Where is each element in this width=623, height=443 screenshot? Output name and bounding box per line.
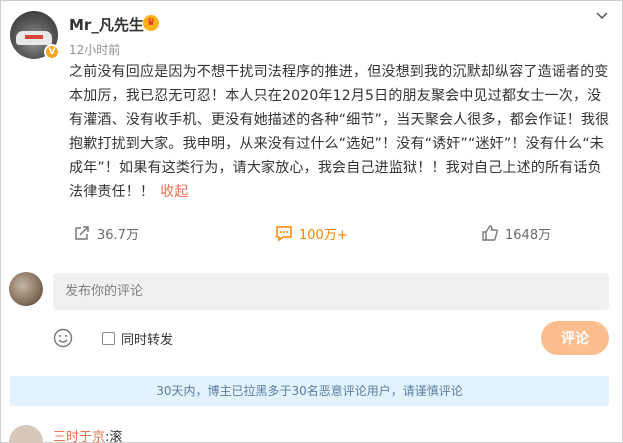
repost-label: 同时转发 [121,333,174,348]
comment-icon [276,226,292,242]
collapse-link[interactable]: 收起 [160,184,188,200]
thumbs-up-icon [482,225,498,241]
comment-input[interactable] [53,273,609,310]
emoji-icon[interactable] [53,328,73,348]
like-button[interactable]: 1648万 [481,220,551,246]
username[interactable]: Mr_凡先生 [69,14,144,35]
crown-icon: ♛ [143,15,159,31]
comment-warning-notice: 30天内，博主已拉黑多于30名恶意评论用户，请谨慎评论 [10,376,609,406]
comment-button[interactable]: 100万+ [275,220,348,246]
comment-count: 100万+ [299,227,348,243]
submit-comment-button[interactable]: 评论 [541,321,609,355]
chevron-down-icon[interactable] [595,8,609,26]
comment-item: 三时于京:滚 [53,426,122,443]
action-bar: 36.7万 100万+ 1648万 [69,220,614,246]
commenter-name[interactable]: 三时于京 [53,430,105,443]
current-user-avatar [9,272,43,306]
verified-badge: V [44,44,60,60]
share-count: 36.7万 [97,227,139,243]
comment-text: :滚 [105,430,123,443]
post-body: 之前没有回应是因为不想干扰司法程序的推进，但没想到我的沉默却纵容了造谣者的变本加… [69,60,614,204]
repost-checkbox[interactable] [102,332,115,345]
repost-toggle[interactable]: 同时转发 [102,329,173,348]
share-icon [75,226,89,240]
post-time[interactable]: 12小时前 [69,41,120,58]
share-button[interactable]: 36.7万 [73,220,139,246]
post-text: 之前没有回应是因为不想干扰司法程序的推进，但没想到我的沉默却纵容了造谣者的变本加… [69,64,610,200]
like-count: 1648万 [505,227,552,243]
